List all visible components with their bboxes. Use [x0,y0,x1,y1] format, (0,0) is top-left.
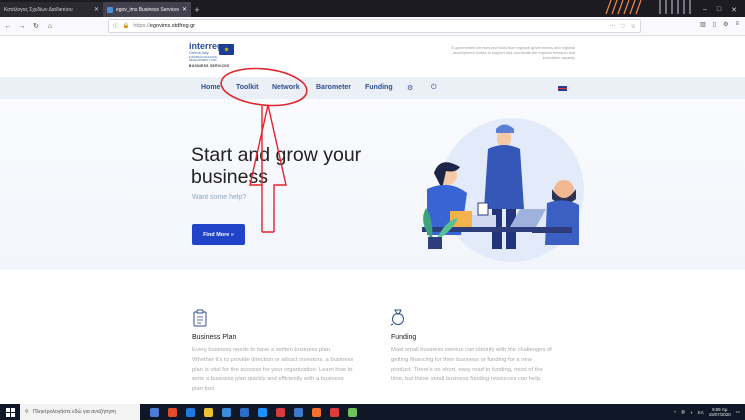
nav-home[interactable]: Home [201,84,220,91]
url-protocol: https:// [133,23,150,29]
clipboard-icon [193,309,207,327]
taskbar-clock[interactable]: 9:59 πμ 15/07/2020 [709,407,731,417]
feature-text-funding: Most small business owners can identify … [391,347,552,383]
screen: Κατάλογος Σχεδίων Διαδικτύου ✕ egov_ims … [0,0,745,420]
bookmark-star-icon[interactable]: ☆ [631,23,636,30]
feature-title-business-plan: Business Plan [192,334,237,341]
toolbar-extensions: ▥ ▯ ⚙ ≡ [700,21,739,28]
site-tagline: E-government services and tools from reg… [451,46,575,60]
uk-flag-icon[interactable] [558,86,567,91]
app-icon[interactable] [276,407,285,417]
site-navbar: Home Toolkit Network Barometer Funding ⚙… [0,77,745,99]
pocket-icon[interactable]: ♡ [620,23,625,30]
nav-barometer[interactable]: Barometer [316,84,351,91]
home-icon[interactable]: ⌂ [46,23,54,30]
nav-funding[interactable]: Funding [365,84,393,91]
url-bar[interactable]: ⓘ 🔒 https://egovims.stdfreg.gr ··· ♡ ☆ [108,19,641,33]
file-explorer-icon[interactable] [204,407,213,417]
menu-icon[interactable]: ≡ [735,21,739,28]
skype-icon[interactable] [258,407,267,417]
power-icon[interactable]: ⏻ [431,84,437,92]
store-icon[interactable] [222,407,231,417]
sidebar-icon[interactable]: ▯ [713,21,716,28]
logo-sub2: EUROPEAN REGIONAL DEVELOPMENT FUND [189,55,218,62]
firefox-icon[interactable] [312,407,321,417]
nav-network[interactable]: Network [272,84,300,91]
acrobat-icon[interactable] [330,407,339,417]
lock-icon: 🔒 [122,23,130,29]
teams-icon[interactable] [294,407,303,417]
taskbar-search[interactable]: ⚲ Πληκτρολογήστε εδώ για αναζήτηση [20,404,140,420]
feature-text-business-plan: Every business needs to have a written b… [192,347,354,393]
feature-title-funding: Funding [391,334,417,341]
hero-title: Start and grow your business [191,144,362,188]
library-icon[interactable]: ▥ [700,21,706,28]
site-logo[interactable]: interreg Greece-Italy EUROPEAN REGIONAL … [189,41,245,71]
nav-toolkit[interactable]: Toolkit [236,84,258,91]
team-illustration [422,118,584,262]
taskbar-search-placeholder: Πληκτρολογήστε εδώ για αναζήτηση [32,409,116,415]
reload-icon[interactable]: ↻ [32,22,40,30]
logo-brand: interreg [189,41,223,51]
back-arrow-icon[interactable]: ← [4,23,12,30]
language-indicator[interactable]: ΕΛ [698,410,704,415]
logo-service: BUSINESS SERVICES [189,63,230,68]
url-host: egovims.stdfreg.gr [149,23,196,29]
mail-icon[interactable] [240,407,249,417]
windows-start-icon[interactable] [0,404,20,420]
page-actions-icon[interactable]: ··· [609,23,615,30]
snip-icon[interactable] [348,407,357,417]
speaker-icon[interactable]: ◖ [690,410,693,415]
system-tray: ^ ◍ ◖ ΕΛ 9:59 πμ 15/07/2020 ▭ [674,407,745,417]
hero-subtitle: Want some help? [192,194,247,201]
windows-taskbar: ⚲ Πληκτρολογήστε εδώ για αναζήτηση ^ ◍ ◖… [0,404,745,420]
edge-icon[interactable] [186,407,195,417]
site-info-icon[interactable]: ⓘ [113,22,119,30]
task-view-icon[interactable] [150,407,159,417]
gear-icon[interactable]: ⚙ [407,84,413,92]
taskbar-apps [150,407,357,417]
moneybag-icon [390,309,404,326]
search-icon: ⚲ [25,409,29,415]
network-icon[interactable]: ◍ [681,409,685,415]
eu-flag-icon: ✶ [219,44,234,55]
notification-icon[interactable]: ▭ [736,409,740,415]
extension-icon[interactable]: ⚙ [723,21,728,28]
tray-chevron-icon[interactable]: ^ [674,410,676,415]
clock-date: 15/07/2020 [708,412,731,417]
office-icon[interactable] [168,407,177,417]
find-more-button[interactable]: Find More » [192,224,245,245]
forward-arrow-icon[interactable]: → [18,23,26,30]
decorative-stripes [605,0,691,15]
